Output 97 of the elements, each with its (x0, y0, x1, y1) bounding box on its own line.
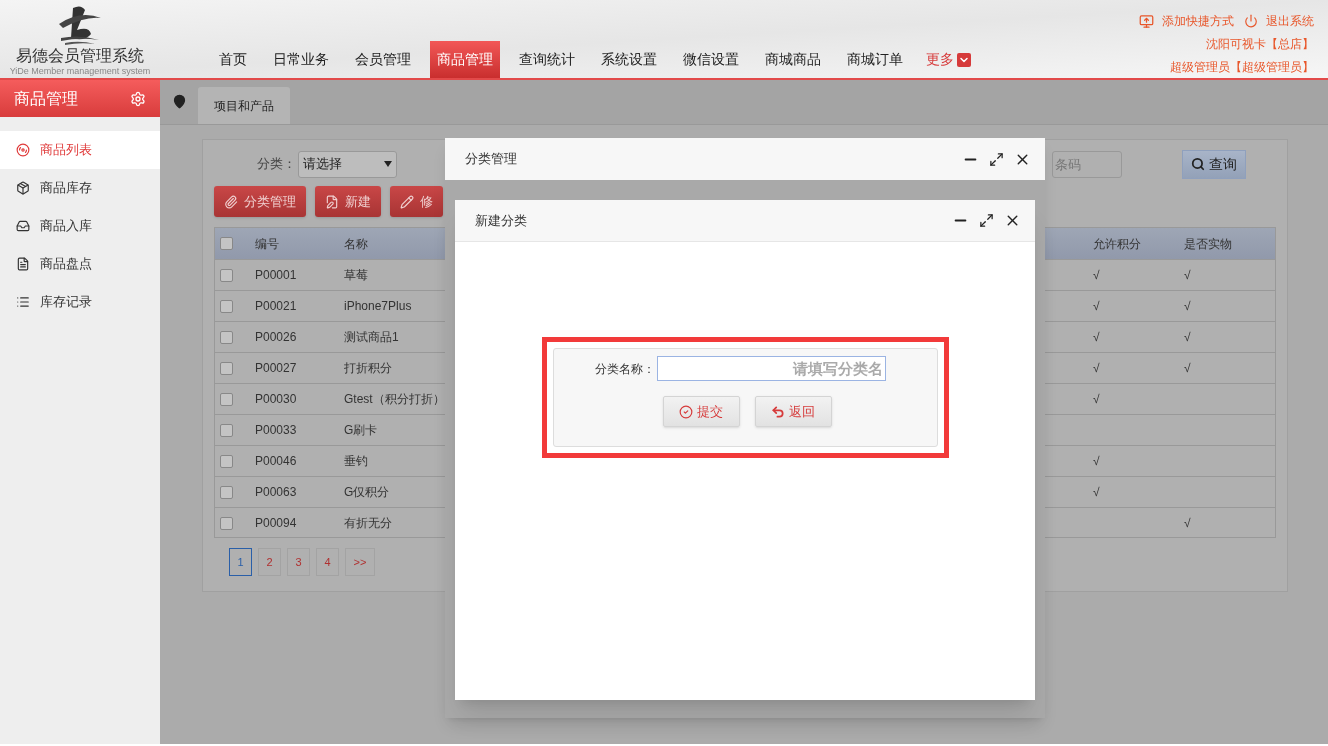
check-icon (679, 404, 693, 419)
toolbar-button[interactable]: 分类管理 (214, 186, 306, 217)
nav-tab[interactable]: 首页 (212, 41, 254, 78)
table-cell: √ (1093, 392, 1100, 406)
nav-tab[interactable]: 商城订单 (840, 41, 910, 78)
table-cell: √ (1093, 330, 1100, 344)
checkbox[interactable] (220, 268, 233, 282)
table-cell: √ (1184, 299, 1191, 313)
table-cell-text: G刷卡 (344, 422, 379, 439)
table-cell-text: G仅积分 (344, 484, 391, 501)
checkbox[interactable] (220, 299, 233, 313)
table-cell-text: 垂钓 (344, 453, 369, 470)
query-button[interactable]: 查询 (1182, 149, 1246, 179)
table-cell-text: P00094 (255, 515, 298, 532)
table-cell: √ (1093, 454, 1100, 468)
sidebar-item[interactable]: 商品盘点 (0, 245, 160, 283)
field-label: 分类名称： (594, 360, 655, 378)
nav-tab[interactable]: 微信设置 (676, 41, 746, 78)
store-name: 沈阳可视卡【总店】 (1206, 36, 1314, 53)
page-tab[interactable]: 项目和产品 (198, 87, 290, 124)
table-cell: √ (1184, 330, 1191, 344)
checkbox[interactable] (220, 330, 233, 344)
table-cell-text: P00001 (255, 267, 298, 284)
column-header: 名称 (344, 235, 369, 253)
item-icon (16, 219, 30, 233)
table-cell: √ (1184, 268, 1191, 282)
checkbox[interactable] (220, 485, 233, 499)
dialog-title: 分类管理 (465, 150, 517, 169)
nav-tab[interactable]: 日常业务 (266, 41, 336, 78)
table-cell-text: P00021 (255, 298, 298, 315)
location-icon (171, 94, 187, 109)
table-cell: √ (1184, 516, 1191, 530)
toolbar-icon (325, 194, 339, 209)
checkbox[interactable] (220, 237, 233, 250)
logo-subtitle: YiDe Member management system (9, 66, 151, 77)
toolbar-button[interactable]: 修 (390, 186, 443, 217)
monitor-icon (1139, 13, 1154, 29)
nav-tab[interactable]: 会员管理 (348, 41, 418, 78)
item-icon (16, 181, 30, 195)
dialog-title: 新建分类 (475, 211, 527, 230)
logo-title: 易德会员管理系统 (16, 46, 144, 66)
checkbox[interactable] (220, 423, 233, 437)
table-cell-text: iPhone7Plus (344, 298, 413, 315)
table-cell: √ (1093, 268, 1100, 282)
submit-button[interactable]: 提交 (662, 396, 740, 427)
item-icon (16, 257, 30, 271)
column-header: 编号 (255, 235, 280, 253)
table-cell-text: P00046 (255, 453, 298, 470)
table-cell-text: P00033 (255, 422, 298, 439)
more-menu[interactable]: 更多 (922, 41, 975, 78)
table-cell-text: P00027 (255, 360, 298, 377)
back-button[interactable]: 返回 (754, 396, 832, 427)
nav-tab[interactable]: 查询统计 (512, 41, 582, 78)
column-header: 允许积分 (1093, 235, 1142, 253)
category-label: 分类： (257, 155, 296, 174)
table-cell-text: P00063 (255, 484, 298, 501)
search-icon (1191, 157, 1205, 171)
item-icon (16, 143, 30, 157)
toolbar-icon (224, 194, 238, 209)
table-cell: √ (1184, 361, 1191, 375)
sidebar-item[interactable]: 商品列表 (0, 131, 160, 169)
table-cell: √ (1093, 299, 1100, 313)
checkbox[interactable] (220, 392, 233, 406)
power-icon (1244, 14, 1258, 28)
return-icon (771, 404, 785, 419)
nav-tab[interactable]: 商品管理 (430, 41, 500, 78)
toolbar-icon (400, 194, 414, 209)
table-cell-text: 草莓 (344, 267, 369, 284)
maximize-icon[interactable] (979, 213, 994, 228)
item-icon (16, 295, 30, 309)
table-cell-text: P00026 (255, 329, 298, 346)
table-cell-text: 有折无分 (344, 515, 393, 532)
sidebar-title: 商品管理 (14, 88, 78, 109)
dropdown-icon (384, 161, 392, 167)
sidebar-item[interactable]: 商品入库 (0, 207, 160, 245)
checkbox[interactable] (220, 361, 233, 375)
nav-tab[interactable]: 系统设置 (594, 41, 664, 78)
sidebar-item[interactable]: 商品库存 (0, 169, 160, 207)
sidebar-item[interactable]: 库存记录 (0, 283, 160, 321)
checkbox[interactable] (220, 516, 233, 530)
nav-tab[interactable]: 商城商品 (758, 41, 828, 78)
user-role: 超级管理员【超级管理员】 (1170, 59, 1314, 76)
table-cell-text: P00030 (255, 391, 298, 408)
table-cell: √ (1093, 361, 1100, 375)
table-cell: √ (1093, 485, 1100, 499)
checkbox[interactable] (220, 454, 233, 468)
table-cell-text: 测试商品1 (344, 329, 400, 346)
dropdown-icon (957, 52, 971, 67)
category-name-field[interactable]: 请填写分类名 (656, 356, 886, 381)
settings-icon (130, 90, 146, 107)
barcode-field[interactable]: 条码 (1052, 150, 1122, 178)
maximize-icon[interactable] (989, 151, 1004, 167)
table-cell-text: Gtest（积分打折） (344, 391, 446, 408)
column-header: 是否实物 (1184, 235, 1233, 253)
category-select[interactable]: 请选择 (298, 150, 397, 178)
table-cell-text: 打折积分 (344, 360, 393, 377)
toolbar-button[interactable]: 新建 (315, 186, 381, 217)
